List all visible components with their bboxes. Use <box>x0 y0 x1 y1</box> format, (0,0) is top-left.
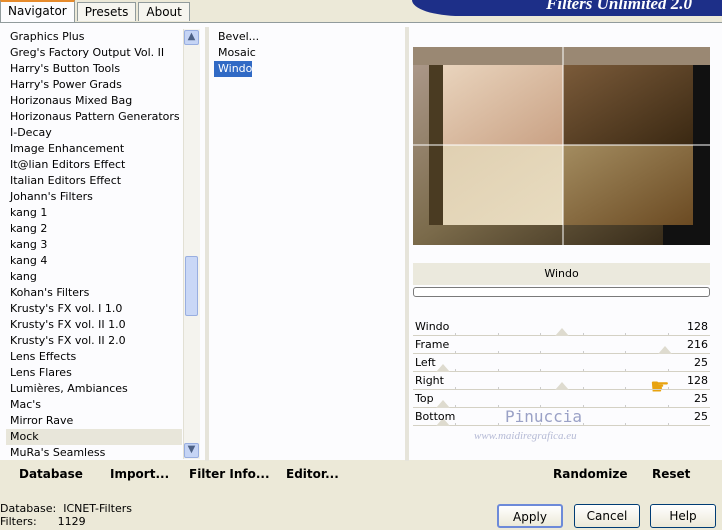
filter-name-display: Windo <box>413 263 710 285</box>
category-item[interactable]: MuRa's Seamless <box>6 445 182 459</box>
category-item[interactable]: Harry's Button Tools <box>6 61 182 77</box>
database-value: ICNET-Filters <box>63 502 132 515</box>
slider-value: 128 <box>687 320 708 333</box>
randomize-button[interactable]: Randomize <box>553 467 627 481</box>
reset-button[interactable]: Reset <box>652 467 690 481</box>
slider-handle[interactable] <box>554 382 569 390</box>
slider-handle[interactable] <box>658 346 673 354</box>
slider-value: 25 <box>694 356 708 369</box>
slider-handle[interactable] <box>554 328 569 336</box>
tab-presets[interactable]: Presets <box>76 2 137 21</box>
category-item[interactable]: kang 1 <box>6 205 182 221</box>
navigator-panel: Graphics Plus Greg's Factory Output Vol. … <box>0 22 722 461</box>
filters-count: 1129 <box>57 515 86 528</box>
category-item[interactable]: It@lian Editors Effect <box>6 157 182 173</box>
category-item[interactable]: I-Decay <box>6 125 182 141</box>
database-label: Database: <box>0 502 57 515</box>
category-item[interactable]: Lens Effects <box>6 349 182 365</box>
category-item[interactable]: Johann's Filters <box>6 189 182 205</box>
slider-value: 25 <box>694 410 708 423</box>
filter-list[interactable]: Bevel... Mosaic Windo <box>214 29 404 459</box>
category-item[interactable]: Harry's Power Grads <box>6 77 182 93</box>
category-item[interactable]: Kohan's Filters <box>6 285 182 301</box>
category-item[interactable]: kang <box>6 269 182 285</box>
database-info: Database: ICNET-Filters Filters: 1129 <box>0 502 132 528</box>
editor-button[interactable]: Editor... <box>286 467 339 481</box>
category-item[interactable]: Greg's Factory Output Vol. II <box>6 45 182 61</box>
database-button[interactable]: Database <box>19 467 83 481</box>
filter-item[interactable]: Windo <box>214 61 253 77</box>
category-item[interactable]: Mock <box>6 429 182 445</box>
category-item[interactable]: Krusty's FX vol. II 1.0 <box>6 317 182 333</box>
slider-handle[interactable] <box>435 364 450 372</box>
scroll-thumb[interactable] <box>185 256 198 316</box>
tab-navigator[interactable]: Navigator <box>0 0 75 22</box>
divider <box>205 27 209 461</box>
slider-left[interactable]: Left 25 <box>413 354 710 372</box>
help-button[interactable]: Help <box>650 504 716 528</box>
slider-value: 216 <box>687 338 708 351</box>
category-item[interactable]: Lumières, Ambiances <box>6 381 182 397</box>
slider-top[interactable]: Top 25 <box>413 390 710 408</box>
scroll-up-icon[interactable]: ▲ <box>184 30 199 45</box>
category-item[interactable]: Mirror Rave <box>6 413 182 429</box>
category-item[interactable]: Horizonaus Mixed Bag <box>6 93 182 109</box>
slider-label: Top <box>415 392 434 405</box>
category-item[interactable]: kang 4 <box>6 253 182 269</box>
slider-value: 128 <box>687 374 708 387</box>
slider-handle[interactable] <box>435 400 450 408</box>
preview-image <box>413 47 710 245</box>
divider <box>405 27 409 461</box>
category-item[interactable]: Krusty's FX vol. II 2.0 <box>6 333 182 349</box>
tab-about[interactable]: About <box>138 2 190 21</box>
scroll-down-icon[interactable]: ▼ <box>184 443 199 458</box>
progress-bar <box>413 287 710 297</box>
filter-item[interactable]: Bevel... <box>214 29 259 45</box>
tab-bar: Navigator Presets About <box>0 0 192 22</box>
slider-bottom[interactable]: Bottom 25 <box>413 408 710 426</box>
brand-banner: Filters Unlimited 2.0 <box>412 0 722 16</box>
watermark-site: www.maidiregrafica.eu <box>474 430 577 442</box>
cancel-button[interactable]: Cancel <box>574 504 640 528</box>
import-button[interactable]: Import... <box>110 467 169 481</box>
category-scrollbar[interactable]: ▲ ▼ <box>183 29 200 459</box>
bottom-toolbar: Database Import... Filter Info... Editor… <box>0 461 722 487</box>
filter-item[interactable]: Mosaic <box>214 45 256 61</box>
slider-right[interactable]: Right 128 <box>413 372 710 390</box>
category-item[interactable]: Horizonaus Pattern Generators <box>6 109 182 125</box>
slider-track[interactable] <box>413 425 710 426</box>
category-item[interactable]: Krusty's FX vol. I 1.0 <box>6 301 182 317</box>
slider-windo[interactable]: Windo 128 <box>413 318 710 336</box>
category-item[interactable]: Graphics Plus <box>6 29 182 45</box>
category-item[interactable]: kang 3 <box>6 237 182 253</box>
filter-info-button[interactable]: Filter Info... <box>189 467 270 481</box>
category-item[interactable]: Mac's <box>6 397 182 413</box>
slider-value: 25 <box>694 392 708 405</box>
apply-button[interactable]: Apply <box>497 504 563 528</box>
category-item[interactable]: Lens Flares <box>6 365 182 381</box>
category-item[interactable]: Italian Editors Effect <box>6 173 182 189</box>
filters-label: Filters: <box>0 515 37 528</box>
slider-label: Frame <box>415 338 450 351</box>
slider-label: Right <box>415 374 444 387</box>
category-item[interactable]: Image Enhancement <box>6 141 182 157</box>
slider-label: Bottom <box>415 410 456 423</box>
slider-label: Left <box>415 356 436 369</box>
slider-label: Windo <box>415 320 450 333</box>
slider-frame[interactable]: Frame 216 <box>413 336 710 354</box>
category-item[interactable]: kang 2 <box>6 221 182 237</box>
category-list[interactable]: Graphics Plus Greg's Factory Output Vol. … <box>6 29 182 459</box>
